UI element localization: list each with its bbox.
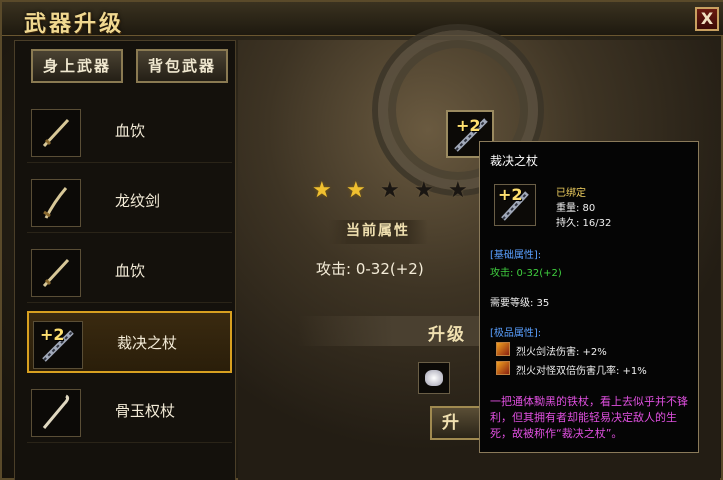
weapon-item-label: 血饮 bbox=[115, 262, 146, 280]
tab-bag-weapons[interactable]: 背包武器 bbox=[136, 49, 228, 83]
star-icon-empty: ★ bbox=[414, 178, 434, 203]
weapon-item-xueyin-1[interactable]: 血饮 bbox=[27, 101, 232, 163]
bone-staff-icon bbox=[31, 389, 81, 437]
weapon-item-caijuezhizhang[interactable]: +2 裁决之杖 bbox=[27, 311, 232, 373]
weapon-item-guyuquanzhang[interactable]: 骨玉权杖 bbox=[27, 381, 232, 443]
current-attributes-title: 当前属性 bbox=[328, 220, 428, 244]
base-attack: 攻击: 0-32(+2) bbox=[490, 268, 562, 279]
staff-icon: +2 bbox=[494, 184, 536, 226]
bound-status: 已绑定 bbox=[556, 188, 586, 199]
enhance-level: +2 bbox=[498, 185, 523, 204]
weapon-list-panel: 身上武器 背包武器 血饮 龙纹剑 血饮 +2 裁决之杖 骨玉权杖 bbox=[14, 40, 236, 480]
enhance-level: +2 bbox=[40, 325, 65, 344]
weapon-item-longwenjian[interactable]: 龙纹剑 bbox=[27, 171, 232, 233]
fire-skill-icon bbox=[496, 342, 510, 356]
tooltip-item-name: 裁决之杖 bbox=[490, 154, 539, 168]
star-icon-filled: ★ bbox=[346, 178, 366, 203]
tab-equipped-weapons[interactable]: 身上武器 bbox=[31, 49, 123, 83]
weapon-item-xueyin-2[interactable]: 血饮 bbox=[27, 241, 232, 303]
weapon-upgrade-window: 武器升级 X 身上武器 背包武器 血饮 龙纹剑 血饮 +2 裁决之杖 骨玉权杖 … bbox=[0, 0, 723, 480]
close-button[interactable]: X bbox=[695, 7, 719, 31]
material-slot[interactable] bbox=[418, 362, 450, 394]
current-attack: 攻击: 0-32(+2) bbox=[316, 260, 424, 278]
weapon-item-label: 龙纹剑 bbox=[115, 192, 161, 210]
sword-icon bbox=[31, 109, 81, 157]
star-icon-empty: ★ bbox=[448, 178, 468, 203]
enhance-level: +2 bbox=[456, 116, 481, 135]
star-icon-filled: ★ bbox=[312, 178, 332, 203]
base-attr-header: [基础属性]: bbox=[490, 250, 542, 261]
required-level: 需要等级: 35 bbox=[490, 298, 550, 309]
titlebar: 武器升级 X bbox=[2, 2, 723, 37]
extra-attr-header: [极品属性]: bbox=[490, 328, 542, 339]
weapon-item-label: 血饮 bbox=[115, 122, 146, 140]
curved-sword-icon bbox=[31, 179, 81, 227]
weight: 重量: 80 bbox=[556, 203, 596, 214]
window-title: 武器升级 bbox=[24, 12, 125, 37]
weapon-item-label: 骨玉权杖 bbox=[115, 402, 176, 420]
item-description: 一把通体黝黑的铁杖，看上去似乎并不锋利，但其拥有者却能轻易决定敌人的生死，故被称… bbox=[490, 395, 688, 440]
weapon-item-label: 裁决之杖 bbox=[117, 334, 178, 352]
item-tooltip: 裁决之杖 +2 已绑定 重量: 80 持久: 16/32 [基础属性]: 攻击:… bbox=[479, 141, 699, 453]
bonus-attr-2: 烈火对怪双倍伤害几率: +1% bbox=[516, 366, 647, 377]
gem-icon bbox=[425, 370, 443, 386]
bonus-attr-1: 烈火剑法伤害: +2% bbox=[516, 347, 607, 358]
fire-skill-icon bbox=[496, 361, 510, 375]
durability: 持久: 16/32 bbox=[556, 218, 612, 229]
staff-icon: +2 bbox=[33, 321, 83, 369]
upgrade-section-label: 升级 bbox=[428, 325, 466, 345]
star-icon-empty: ★ bbox=[380, 178, 400, 203]
sword-icon bbox=[31, 249, 81, 297]
